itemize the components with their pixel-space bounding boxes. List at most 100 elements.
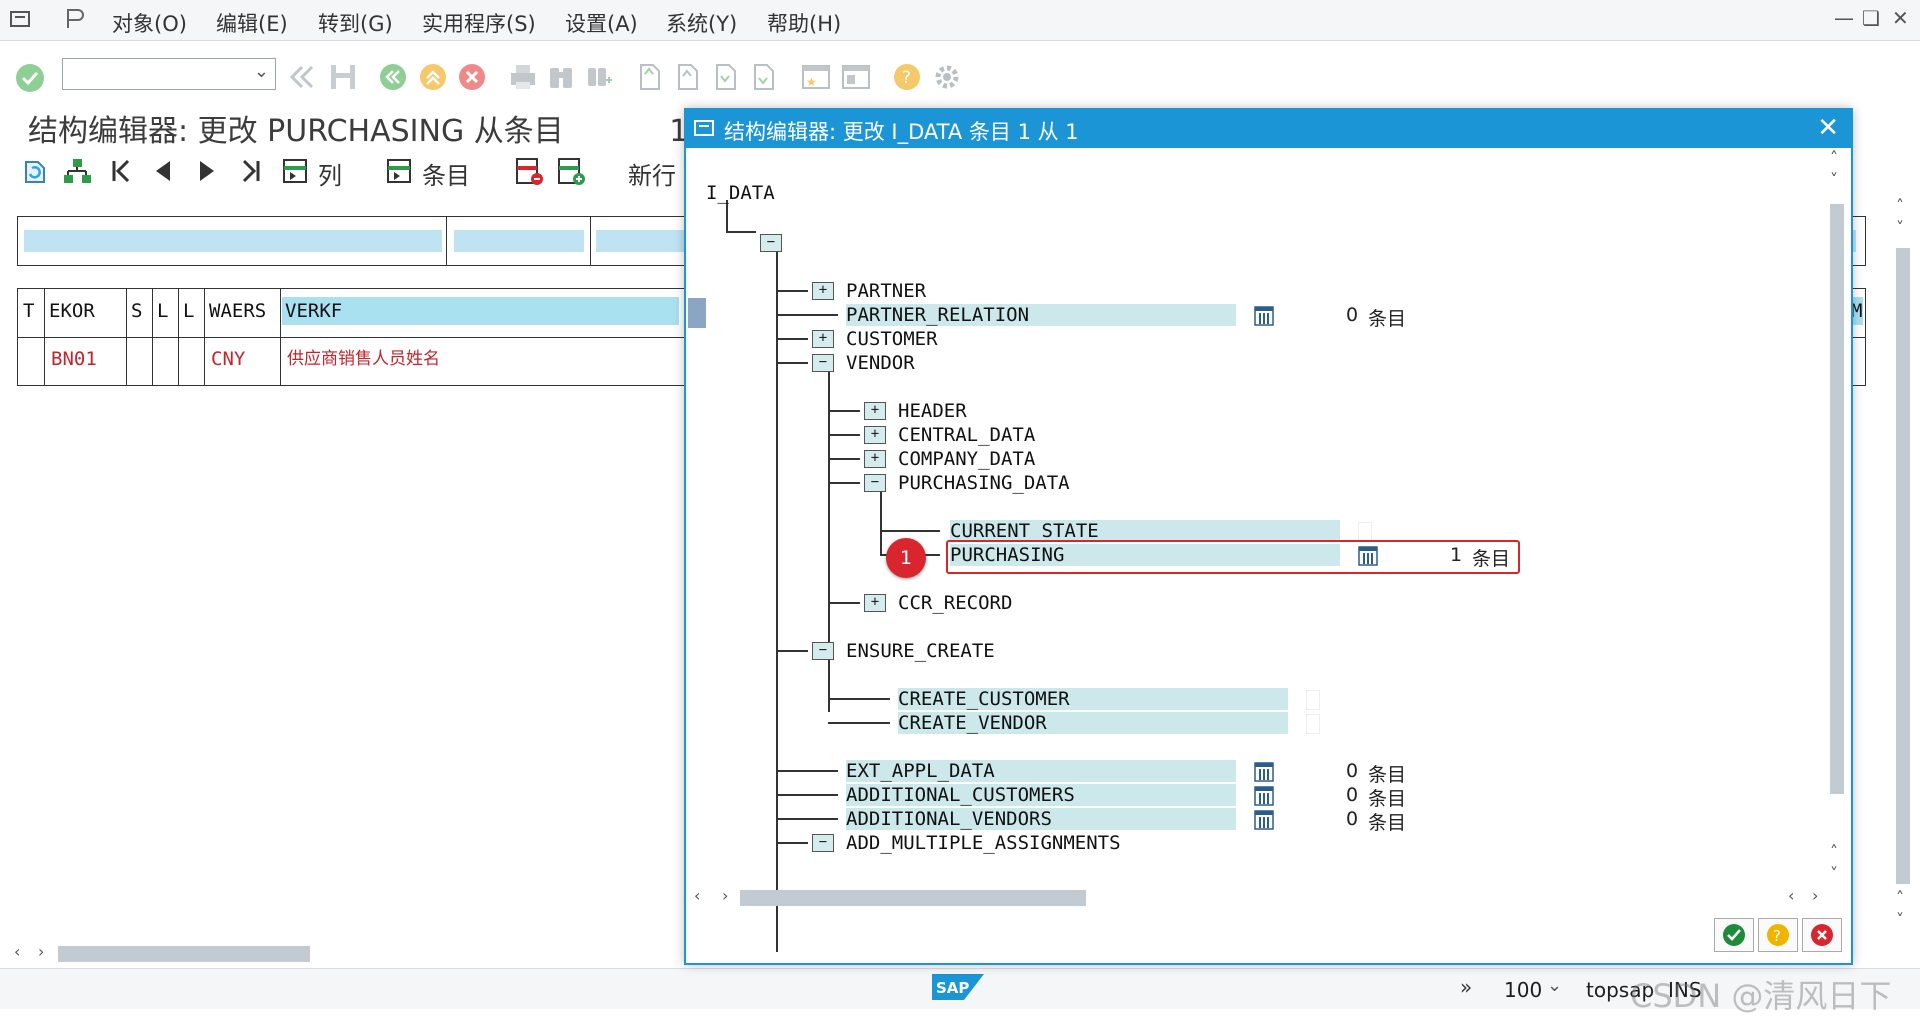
exit-icon[interactable] <box>418 62 448 96</box>
find-icon[interactable] <box>546 62 576 96</box>
tree-node-add-multiple-assignments[interactable]: ADD_MULTIPLE_ASSIGNMENTS <box>846 832 1121 854</box>
tree-node-create-customer[interactable]: CREATE_CUSTOMER <box>898 688 1070 710</box>
entries-label[interactable]: 条目 <box>422 156 470 191</box>
collapse-icon[interactable]: − <box>812 834 834 852</box>
scroll-down-icon[interactable]: ˅ <box>1830 170 1838 189</box>
parking-icon[interactable] <box>64 7 86 35</box>
column-header[interactable]: EKOR <box>46 297 125 325</box>
expand-icon[interactable]: + <box>864 450 886 468</box>
scroll-left-icon[interactable]: ‹ <box>14 942 20 961</box>
delete-row-icon[interactable] <box>514 156 544 192</box>
new-row-label[interactable]: 新行 <box>628 156 676 191</box>
next-page-icon[interactable] <box>710 62 740 96</box>
confirm-button[interactable] <box>1714 918 1754 952</box>
collapse-icon[interactable]: − <box>812 354 834 372</box>
last-entry-icon[interactable] <box>240 156 262 192</box>
cancel-button[interactable] <box>1802 918 1842 952</box>
scroll-down-icon[interactable]: ˅ <box>1896 218 1904 237</box>
column-header[interactable]: L <box>180 297 203 325</box>
dialog-horizontal-scrollbar[interactable]: ‹ › ‹ › <box>692 886 1822 910</box>
collapse-icon[interactable]: − <box>864 474 886 492</box>
table-cell-verkf[interactable]: 供应商销售人员姓名 <box>284 345 677 373</box>
menu-settings[interactable]: 设置(A) <box>565 8 638 38</box>
header-field[interactable] <box>596 230 696 252</box>
menu-object[interactable]: 对象(O) <box>112 8 187 38</box>
refresh-icon[interactable] <box>20 156 50 192</box>
menu-help[interactable]: 帮助(H) <box>767 8 841 38</box>
tree-node-customer[interactable]: CUSTOMER <box>846 328 938 350</box>
tree-node-central-data[interactable]: CENTRAL_DATA <box>898 424 1035 446</box>
expand-icon[interactable]: + <box>864 426 886 444</box>
scroll-up-icon[interactable]: ˄ <box>1896 196 1904 215</box>
print-icon[interactable] <box>508 62 538 96</box>
tree-node-ccr-record[interactable]: CCR_RECORD <box>898 592 1012 614</box>
scroll-left-icon[interactable]: ‹ <box>694 886 700 905</box>
table-cell-ekorg[interactable]: BN01 <box>48 345 123 373</box>
command-field[interactable]: ⌄ <box>62 58 276 90</box>
hierarchy-icon[interactable] <box>62 156 92 192</box>
tree-node-create-vendor[interactable]: CREATE_VENDOR <box>898 712 1047 734</box>
scroll-down-icon[interactable]: ˅ <box>1896 910 1904 929</box>
save-icon[interactable] <box>328 62 358 96</box>
previous-entry-icon[interactable] <box>152 156 174 192</box>
minimize-icon[interactable]: — <box>1834 6 1854 30</box>
first-page-icon[interactable] <box>634 62 664 96</box>
last-page-icon[interactable] <box>748 62 778 96</box>
header-field[interactable] <box>24 230 442 252</box>
close-window-icon[interactable]: ✕ <box>1892 6 1909 30</box>
tree-node-company-data[interactable]: COMPANY_DATA <box>898 448 1035 470</box>
first-entry-icon[interactable] <box>110 156 132 192</box>
close-icon[interactable]: ✕ <box>1817 113 1839 143</box>
expand-icon[interactable]: + <box>864 402 886 420</box>
scroll-right-icon[interactable]: › <box>38 942 44 961</box>
column-header[interactable]: S <box>128 297 151 325</box>
help-button[interactable]: ? <box>1758 918 1798 952</box>
scroll-right-icon[interactable]: › <box>1812 886 1818 905</box>
tree-node-ext-appl-data[interactable]: EXT_APPL_DATA <box>846 760 995 782</box>
chevron-down-icon[interactable]: ⌄ <box>254 61 269 82</box>
columns-label[interactable]: 列 <box>318 156 342 191</box>
tree-node-partner-relation[interactable]: PARTNER_RELATION <box>846 304 1029 326</box>
columns-icon[interactable] <box>282 156 308 192</box>
expand-status-icon[interactable]: » <box>1460 975 1472 999</box>
restore-icon[interactable]: ❏ <box>1862 6 1880 30</box>
find-next-icon[interactable] <box>584 62 614 96</box>
menu-utilities[interactable]: 实用程序(S) <box>422 8 536 38</box>
vertical-scrollbar[interactable]: ˄ ˅ ˄ ˅ <box>1892 196 1914 929</box>
collapse-icon[interactable]: − <box>760 234 782 252</box>
column-header[interactable]: L <box>154 297 177 325</box>
scroll-up-icon[interactable]: ˄ <box>1896 888 1904 907</box>
checkbox-field[interactable] <box>1306 690 1320 710</box>
dialog-menu-icon[interactable] <box>694 118 716 142</box>
settings-gear-icon[interactable] <box>932 62 962 96</box>
table-icon[interactable] <box>1254 810 1274 830</box>
back-icon[interactable] <box>378 62 408 96</box>
menu-goto[interactable]: 转到(G) <box>318 8 393 38</box>
menu-edit[interactable]: 编辑(E) <box>216 8 288 38</box>
enter-check-icon[interactable] <box>14 62 46 98</box>
help-icon[interactable]: ? <box>892 62 922 96</box>
chevron-down-icon[interactable]: ⌄ <box>1547 975 1562 996</box>
checkbox-field[interactable] <box>1306 714 1320 734</box>
collapse-icon[interactable]: − <box>812 642 834 660</box>
column-header[interactable]: VERKF <box>282 297 679 325</box>
column-header[interactable]: T <box>20 297 43 325</box>
scroll-up-icon[interactable]: ˄ <box>1830 148 1838 167</box>
scroll-down-icon[interactable]: ˅ <box>1830 864 1838 883</box>
header-field[interactable] <box>454 230 584 252</box>
scroll-up-icon[interactable]: ˄ <box>1830 842 1838 861</box>
table-icon[interactable] <box>1254 306 1274 326</box>
tree-node-purchasing-data[interactable]: PURCHASING_DATA <box>898 472 1070 494</box>
menu-system[interactable]: 系统(Y) <box>666 8 737 38</box>
column-header[interactable]: WAERS <box>206 297 279 325</box>
insert-row-icon[interactable] <box>556 156 586 192</box>
tree-node-current-state[interactable]: CURRENT_STATE <box>950 520 1099 542</box>
table-icon[interactable] <box>1254 762 1274 782</box>
scroll-thumb[interactable] <box>1830 204 1844 794</box>
next-entry-icon[interactable] <box>196 156 218 192</box>
scroll-thumb[interactable] <box>740 890 1086 906</box>
previous-page-icon[interactable] <box>672 62 702 96</box>
expand-icon[interactable]: + <box>812 330 834 348</box>
scroll-thumb[interactable] <box>58 946 310 962</box>
scroll-thumb[interactable] <box>1896 248 1910 884</box>
